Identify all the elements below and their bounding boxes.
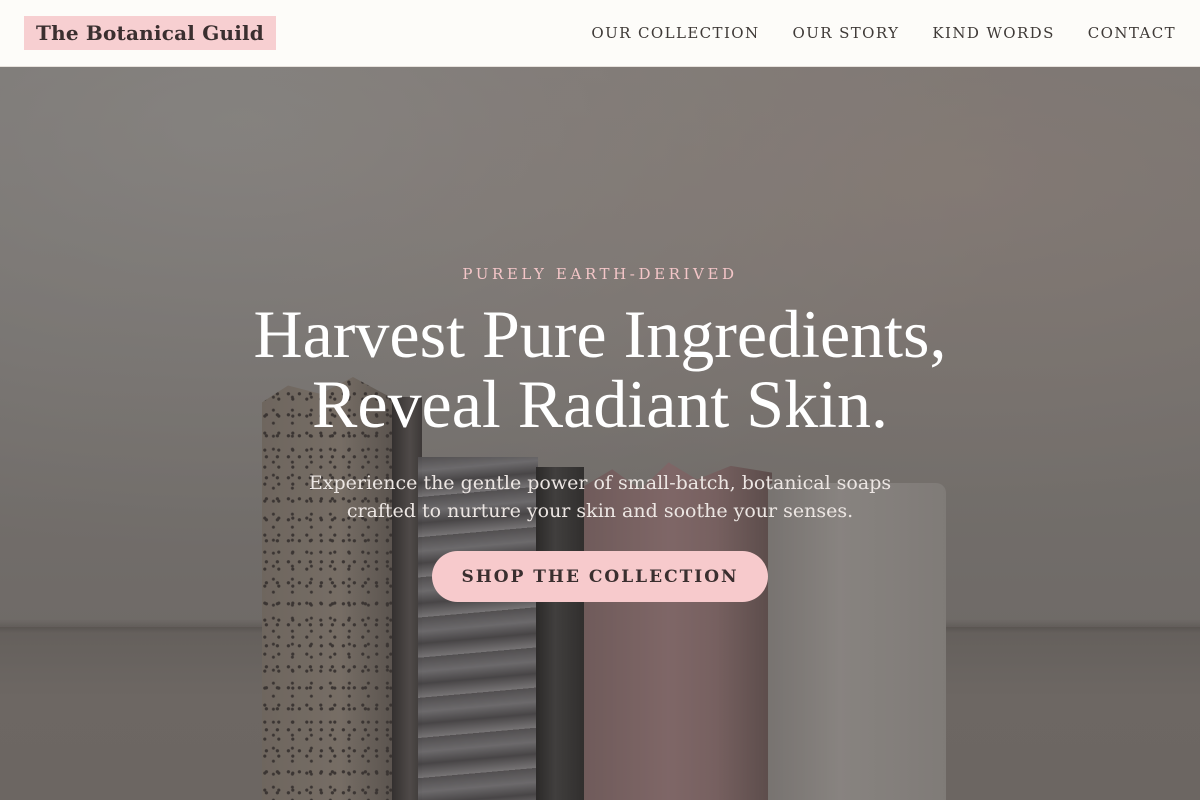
hero-eyebrow: PURELY EARTH-DERIVED xyxy=(462,265,738,283)
nav-item-contact[interactable]: CONTACT xyxy=(1088,24,1176,42)
nav-item-kind-words[interactable]: KIND WORDS xyxy=(932,24,1054,42)
hero-subtext-line2: crafted to nurture your skin and soothe … xyxy=(346,500,854,522)
hero-subtext: Experience the gentle power of small-bat… xyxy=(0,469,1200,525)
hero-headline-line2: Reveal Radiant Skin. xyxy=(311,366,888,442)
nav-item-our-story[interactable]: OUR STORY xyxy=(793,24,900,42)
brand-logo[interactable]: The Botanical Guild xyxy=(24,16,276,50)
hero-subtext-line1: Experience the gentle power of small-bat… xyxy=(308,472,892,494)
main-nav: OUR COLLECTION OUR STORY KIND WORDS CONT… xyxy=(591,24,1176,42)
hero-headline: Harvest Pure Ingredients, Reveal Radiant… xyxy=(0,299,1200,439)
hero-headline-line1: Harvest Pure Ingredients, xyxy=(253,296,947,372)
site-header: The Botanical Guild OUR COLLECTION OUR S… xyxy=(0,0,1200,67)
nav-item-our-collection[interactable]: OUR COLLECTION xyxy=(591,24,759,42)
shop-collection-button[interactable]: SHOP THE COLLECTION xyxy=(432,551,768,602)
hero-content: PURELY EARTH-DERIVED Harvest Pure Ingred… xyxy=(0,67,1200,800)
